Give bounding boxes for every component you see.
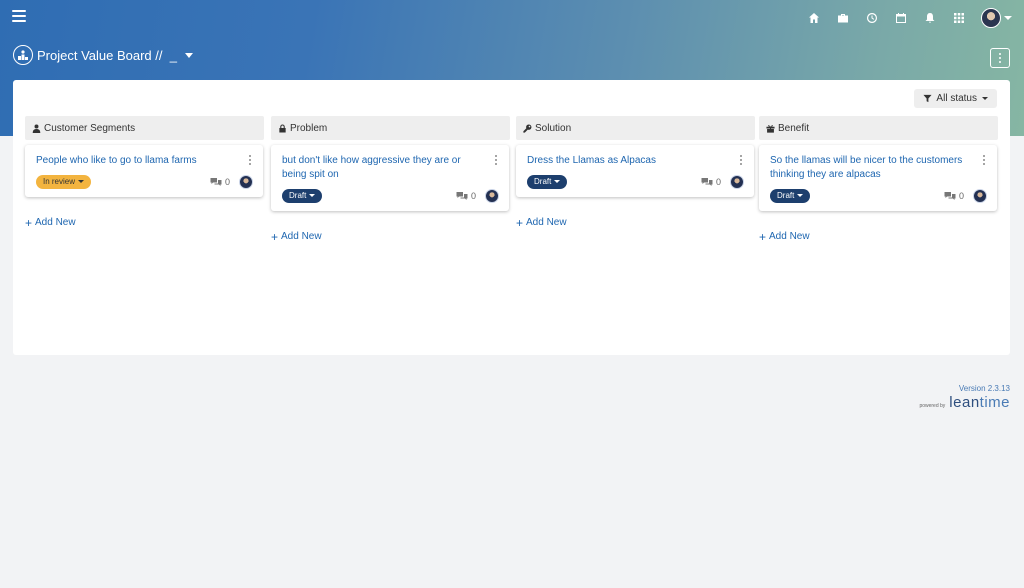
leantime-logo: leantime [949, 394, 1010, 411]
column-solution: Solution Dress the Llamas as Alpacas Dra… [516, 116, 755, 229]
column-title: Benefit [778, 122, 810, 134]
avatar [981, 8, 1001, 28]
board-options-button[interactable] [990, 48, 1010, 68]
card-menu-icon[interactable] [494, 155, 498, 167]
card: Dress the Llamas as Alpacas Draft 0 [516, 145, 754, 197]
card-menu-icon[interactable] [739, 155, 743, 167]
comments-icon [944, 191, 956, 200]
status-badge[interactable]: Draft [527, 174, 568, 189]
comments-icon [701, 177, 713, 186]
menu-toggle-icon[interactable] [12, 10, 26, 24]
column-header: Benefit [759, 116, 998, 140]
chevron-down-icon [982, 97, 988, 100]
lock-icon [279, 123, 286, 133]
board-type-icon [13, 45, 33, 65]
status-badge[interactable]: In review [36, 174, 92, 189]
status-filter-label: All status [936, 93, 977, 104]
board-header: Project Value Board // _ [13, 44, 193, 66]
card: but don't like how aggressive they are o… [271, 145, 509, 211]
key-icon [523, 123, 532, 133]
card-title-link[interactable]: So the llamas will be nicer to the custo… [770, 154, 973, 182]
gift-icon [766, 124, 775, 133]
user-icon [32, 124, 41, 133]
comments-count[interactable]: 0 [456, 191, 476, 201]
board-select-chevron-icon[interactable] [184, 52, 193, 58]
status-label: Draft [289, 191, 307, 200]
add-new-button[interactable]: + Add New [25, 217, 264, 229]
column-header: Problem [271, 116, 510, 140]
briefcase-icon[interactable] [828, 6, 857, 30]
board-panel: All status Customer Segments People who … [13, 80, 1010, 355]
bell-icon[interactable] [915, 6, 944, 30]
version-label: Version 2.3.13 [958, 384, 1010, 393]
add-new-button[interactable]: + Add New [271, 231, 510, 243]
column-title: Customer Segments [44, 122, 136, 134]
clock-icon[interactable] [857, 6, 886, 30]
status-badge[interactable]: Draft [282, 188, 323, 203]
powered-by-logo[interactable]: powered by leantime [919, 394, 1010, 411]
avatar[interactable] [485, 188, 499, 203]
card-title-link[interactable]: Dress the Llamas as Alpacas [527, 154, 730, 168]
column-problem: Problem but don't like how aggressive th… [271, 116, 510, 243]
column-benefit: Benefit So the llamas will be nicer to t… [759, 116, 998, 243]
top-navbar [0, 0, 1024, 36]
column-title: Solution [535, 122, 572, 134]
powered-by-label: powered by [919, 403, 946, 409]
column-title: Problem [290, 122, 328, 134]
status-filter-button[interactable]: All status [914, 89, 997, 108]
apps-grid-icon[interactable] [944, 6, 973, 30]
card-menu-icon[interactable] [982, 155, 986, 167]
card-title-link[interactable]: People who like to go to llama farms [36, 154, 239, 168]
avatar[interactable] [730, 174, 744, 189]
avatar[interactable] [239, 174, 253, 189]
home-icon[interactable] [799, 6, 828, 30]
status-label: In review [43, 177, 76, 186]
status-badge[interactable]: Draft [770, 188, 811, 203]
column-header: Customer Segments [25, 116, 264, 140]
comments-count[interactable]: 0 [944, 191, 964, 201]
comments-count[interactable]: 0 [210, 177, 230, 187]
user-menu[interactable] [981, 8, 1012, 28]
comments-count[interactable]: 0 [701, 177, 721, 187]
filter-icon [923, 94, 932, 103]
page-title: Project Value Board // _ [37, 47, 177, 63]
status-label: Draft [534, 177, 552, 186]
add-new-button[interactable]: + Add New [759, 231, 998, 243]
card-menu-icon[interactable] [248, 155, 252, 167]
comments-icon [456, 191, 468, 200]
status-label: Draft [777, 191, 795, 200]
calendar-icon[interactable] [886, 6, 915, 30]
chevron-down-icon [1004, 16, 1012, 20]
card: So the llamas will be nicer to the custo… [759, 145, 997, 211]
avatar[interactable] [973, 188, 987, 203]
column-header: Solution [516, 116, 755, 140]
add-new-button[interactable]: + Add New [516, 217, 755, 229]
card-title-link[interactable]: but don't like how aggressive they are o… [282, 154, 485, 182]
column-customer-segments: Customer Segments People who like to go … [25, 116, 264, 229]
card: People who like to go to llama farms In … [25, 145, 263, 197]
comments-icon [210, 177, 222, 186]
